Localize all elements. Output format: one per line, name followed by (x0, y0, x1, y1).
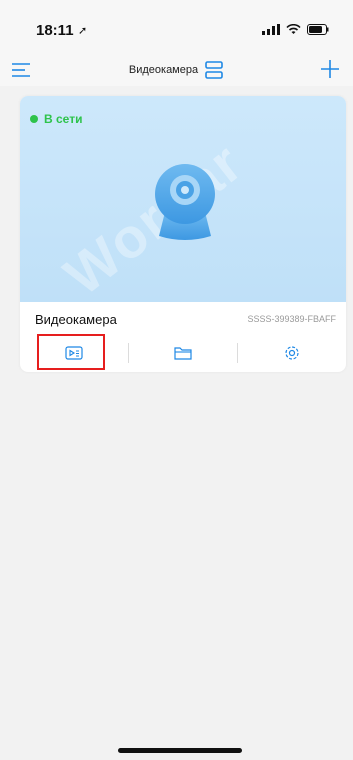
highlight-box (37, 334, 105, 370)
layout-icon[interactable] (204, 60, 224, 80)
header-title-wrap: Видеокамера (0, 60, 353, 80)
device-name: Видеокамера (35, 312, 117, 327)
app-header: Видеокамера (0, 54, 353, 86)
settings-button[interactable] (238, 334, 346, 372)
signal-icon (262, 24, 280, 35)
online-dot-icon (30, 115, 38, 123)
online-status-text: В сети (44, 112, 83, 126)
device-id: SSSS-399389-FBAFF (247, 314, 336, 324)
location-arrow-icon: ➚ (78, 25, 88, 37)
status-time: 18:11 (36, 22, 74, 39)
folder-icon (174, 347, 192, 360)
status-icons (262, 24, 329, 35)
home-indicator (118, 748, 242, 753)
device-card[interactable]: Wordar В сети Видеокамера SSSS-399389-FB… (20, 96, 346, 372)
page-title: Видеокамера (128, 64, 199, 76)
status-bar: 18:11 ➚ (0, 0, 353, 54)
battery-icon (307, 24, 329, 35)
camera-icon (155, 164, 215, 240)
online-status-badge: В сети (30, 112, 82, 126)
plus-icon[interactable] (319, 58, 341, 80)
camera-preview[interactable]: Wordar В сети (20, 96, 346, 307)
wifi-icon (286, 24, 301, 34)
settings-gear-icon (285, 346, 299, 360)
files-button[interactable] (129, 334, 237, 372)
